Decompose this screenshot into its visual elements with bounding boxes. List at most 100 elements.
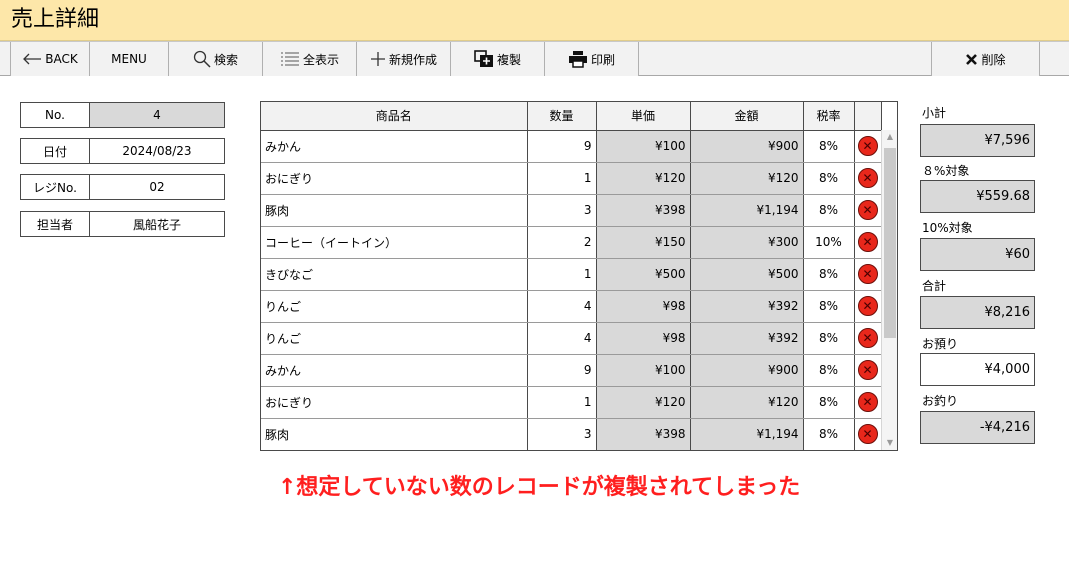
scroll-up-arrow-icon[interactable]: ▲ [882, 130, 897, 144]
header-product-name: 商品名 [261, 102, 528, 131]
header-quantity: 数量 [527, 102, 597, 131]
register-label: レジNo. [21, 175, 90, 199]
tax-rate-cell[interactable]: 8% [803, 354, 855, 387]
table-row: みかん 9 ¥100 ¥900 8% ✕ [261, 130, 882, 163]
amount-cell: ¥392 [690, 290, 804, 323]
product-name-cell[interactable]: りんご [261, 290, 528, 323]
product-name-cell[interactable]: みかん [261, 130, 528, 163]
row-delete-cell: ✕ [854, 194, 882, 227]
product-name-cell[interactable]: きびなご [261, 258, 528, 291]
tax-rate-cell[interactable]: 8% [803, 194, 855, 227]
unit-price-cell: ¥98 [596, 322, 691, 355]
product-name-cell[interactable]: おにぎり [261, 386, 528, 419]
print-label: 印刷 [590, 52, 615, 67]
menu-button[interactable]: MENU [90, 42, 169, 76]
quantity-cell[interactable]: 2 [527, 226, 597, 259]
product-name-cell[interactable]: 豚肉 [261, 194, 528, 227]
scroll-thumb[interactable] [884, 148, 896, 338]
subtotal-label: 小計 [922, 106, 947, 120]
tax-rate-cell[interactable]: 8% [803, 130, 855, 163]
tax8-value: ¥559.68 [920, 180, 1035, 213]
tax10-label: 10%対象 [922, 221, 973, 235]
unit-price-cell: ¥100 [596, 130, 691, 163]
page-title: 売上詳細 [11, 7, 100, 32]
print-button[interactable]: 印刷 [545, 42, 639, 76]
quantity-cell[interactable]: 9 [527, 354, 597, 387]
duplicate-button[interactable]: 複製 [451, 42, 545, 76]
row-delete-cell: ✕ [854, 130, 882, 163]
list-icon [280, 51, 300, 67]
unit-price-cell: ¥150 [596, 226, 691, 259]
tax-rate-cell[interactable]: 8% [803, 290, 855, 323]
tax-rate-cell[interactable]: 8% [803, 418, 855, 450]
product-name-cell[interactable]: 豚肉 [261, 418, 528, 450]
product-name-cell[interactable]: みかん [261, 354, 528, 387]
header-unit-price: 単価 [596, 102, 691, 131]
table-row: おにぎり 1 ¥120 ¥120 8% ✕ [261, 162, 882, 195]
search-label: 検索 [213, 52, 238, 67]
amount-cell: ¥500 [690, 258, 804, 291]
tax-rate-cell[interactable]: 8% [803, 162, 855, 195]
no-label: No. [21, 103, 90, 127]
amount-cell: ¥392 [690, 322, 804, 355]
unit-price-cell: ¥120 [596, 162, 691, 195]
info-row-staff: 担当者 風船花子 [20, 211, 225, 237]
delete-button[interactable]: 削除 [931, 42, 1040, 76]
quantity-cell[interactable]: 1 [527, 258, 597, 291]
tax-rate-cell[interactable]: 8% [803, 322, 855, 355]
quantity-cell[interactable]: 4 [527, 290, 597, 323]
info-row-date: 日付 2024/08/23 [20, 138, 225, 164]
tax-rate-cell[interactable]: 8% [803, 386, 855, 419]
unit-price-cell: ¥398 [596, 194, 691, 227]
row-delete-cell: ✕ [854, 290, 882, 323]
row-delete-icon[interactable]: ✕ [857, 424, 878, 444]
quantity-cell[interactable]: 4 [527, 322, 597, 355]
table-row: 豚肉 3 ¥398 ¥1,194 8% ✕ [261, 418, 882, 450]
printer-icon [568, 50, 588, 68]
row-delete-icon[interactable]: ✕ [857, 328, 878, 348]
new-button[interactable]: 新規作成 [357, 42, 451, 76]
show-all-button[interactable]: 全表示 [263, 42, 357, 76]
search-button[interactable]: 検索 [169, 42, 263, 76]
quantity-cell[interactable]: 9 [527, 130, 597, 163]
date-field[interactable]: 2024/08/23 [90, 139, 224, 163]
row-delete-icon[interactable]: ✕ [857, 200, 878, 220]
product-name-cell[interactable]: おにぎり [261, 162, 528, 195]
quantity-cell[interactable]: 1 [527, 162, 597, 195]
row-delete-icon[interactable]: ✕ [857, 360, 878, 380]
total-value: ¥8,216 [920, 296, 1035, 329]
unit-price-cell: ¥398 [596, 418, 691, 450]
row-delete-icon[interactable]: ✕ [857, 392, 878, 412]
info-row-register: レジNo. 02 [20, 174, 225, 200]
tax10-value: ¥60 [920, 238, 1035, 271]
table-scrollbar[interactable]: ▲ ▼ [881, 130, 897, 450]
row-delete-cell: ✕ [854, 418, 882, 450]
quantity-cell[interactable]: 3 [527, 194, 597, 227]
tax-rate-cell[interactable]: 8% [803, 258, 855, 291]
scroll-down-arrow-icon[interactable]: ▼ [882, 436, 897, 450]
amount-cell: ¥1,194 [690, 194, 804, 227]
unit-price-cell: ¥120 [596, 386, 691, 419]
table-row: おにぎり 1 ¥120 ¥120 8% ✕ [261, 386, 882, 419]
amount-cell: ¥300 [690, 226, 804, 259]
row-delete-icon[interactable]: ✕ [857, 168, 878, 188]
product-name-cell[interactable]: りんご [261, 322, 528, 355]
row-delete-icon[interactable]: ✕ [857, 296, 878, 316]
row-delete-icon[interactable]: ✕ [857, 232, 878, 252]
staff-field[interactable]: 風船花子 [90, 212, 224, 236]
quantity-cell[interactable]: 3 [527, 418, 597, 450]
tax-rate-cell[interactable]: 10% [803, 226, 855, 259]
back-button[interactable]: BACK [10, 42, 90, 76]
received-input[interactable]: ¥4,000 [920, 353, 1035, 386]
amount-cell: ¥900 [690, 354, 804, 387]
row-delete-icon[interactable]: ✕ [857, 136, 878, 156]
register-field[interactable]: 02 [90, 175, 224, 199]
row-delete-cell: ✕ [854, 386, 882, 419]
table-header-row: 商品名 数量 単価 金額 税率 [261, 102, 882, 131]
quantity-cell[interactable]: 1 [527, 386, 597, 419]
table-row: 豚肉 3 ¥398 ¥1,194 8% ✕ [261, 194, 882, 227]
arrow-left-icon [22, 53, 42, 65]
row-delete-icon[interactable]: ✕ [857, 264, 878, 284]
no-value: 4 [90, 103, 224, 127]
product-name-cell[interactable]: コーヒー（イートイン） [261, 226, 528, 259]
